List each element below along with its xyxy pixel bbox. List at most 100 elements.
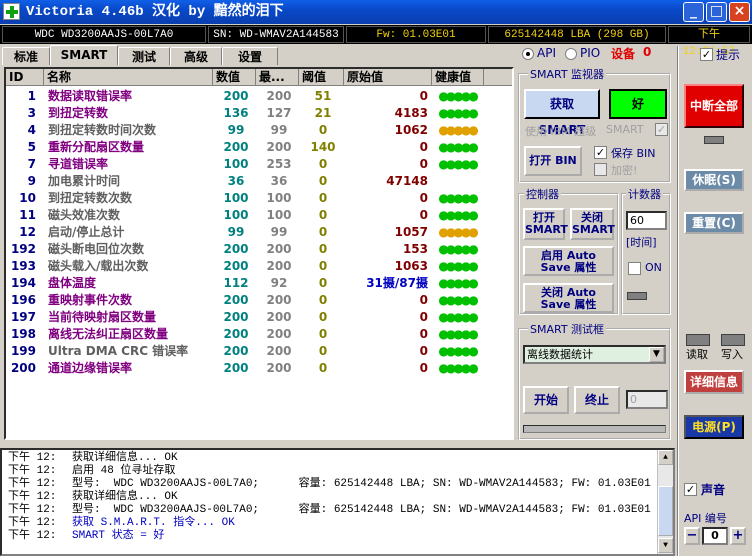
pio-radio[interactable] bbox=[565, 48, 577, 60]
attr-threshold: 0 bbox=[318, 361, 328, 375]
tab-advanced[interactable]: 高级 bbox=[170, 47, 222, 65]
table-row[interactable]: 11 磁头效准次数 100 100 0 0 ●●●●● bbox=[6, 207, 512, 224]
reset-button[interactable]: 重置(C) bbox=[684, 212, 744, 234]
col-worst[interactable]: 最... bbox=[256, 69, 299, 86]
table-row[interactable]: 4 到扭定转数时间次数 99 99 0 1062 ●●●●● bbox=[6, 122, 512, 139]
details-button[interactable]: 详细信息 bbox=[684, 370, 744, 394]
table-row[interactable]: 10 到扭定转数次数 100 100 0 0 ●●●●● bbox=[6, 190, 512, 207]
attr-health: ●●●●● bbox=[438, 361, 478, 375]
log-panel[interactable]: 下午 12: 获取详细信息... OK 下午 12: 启用 48 位寻址存取 下午 12… bbox=[0, 448, 675, 556]
log-message: 获取详细信息... OK bbox=[72, 491, 178, 503]
maximize-button[interactable]: □ bbox=[706, 2, 727, 22]
tab-settings[interactable]: 设置 bbox=[222, 47, 278, 65]
table-row[interactable]: 200 通道边缘错误率 200 200 0 0 ●●●●● bbox=[6, 360, 512, 377]
sound-checkbox[interactable]: ✓ bbox=[684, 483, 697, 496]
minimize-button[interactable]: _ bbox=[683, 2, 704, 22]
scroll-down-icon[interactable]: ▼ bbox=[658, 538, 673, 553]
write-indicator bbox=[721, 334, 745, 346]
encrypt-checkbox[interactable] bbox=[594, 163, 607, 176]
enable-autosave-button[interactable]: 启用 Auto Save 属性 bbox=[523, 246, 614, 276]
attr-name: 启动/停止总计 bbox=[48, 225, 125, 239]
attr-health: ●●●●● bbox=[438, 293, 478, 307]
table-row[interactable]: 197 当前待映射扇区数量 200 200 0 0 ●●●●● bbox=[6, 309, 512, 326]
chevron-down-icon[interactable]: ▼ bbox=[649, 347, 664, 362]
sleep-button[interactable]: 休眠(S) bbox=[684, 169, 744, 191]
attr-health bbox=[434, 173, 480, 190]
table-row[interactable]: 3 到扭定转数 136 127 21 4183 ●●●●● bbox=[6, 105, 512, 122]
api-number-label: API 编号 bbox=[684, 512, 727, 525]
save-bin-checkbox[interactable]: ✓ bbox=[594, 146, 607, 159]
tab-test[interactable]: 测试 bbox=[118, 47, 170, 65]
attr-id: 1 bbox=[27, 89, 36, 103]
table-row[interactable]: 192 磁头断电回位次数 200 200 0 153 ●●●●● bbox=[6, 241, 512, 258]
col-name[interactable]: 名称 bbox=[44, 69, 213, 86]
serial-label: SN: WD-WMAV2A144583 bbox=[208, 26, 344, 43]
attr-raw: 4183 bbox=[394, 106, 428, 120]
api-plus-button[interactable]: + bbox=[730, 527, 746, 545]
tab-smart[interactable]: SMART bbox=[50, 45, 118, 65]
log-time: 下午 12: bbox=[8, 530, 57, 542]
counter-input[interactable]: 60 bbox=[626, 211, 667, 230]
attr-value: 200 bbox=[223, 327, 249, 341]
tab-standard[interactable]: 标准 bbox=[2, 47, 50, 65]
table-row[interactable]: 196 重映射事件次数 200 200 0 0 ●●●●● bbox=[6, 292, 512, 309]
hint-checkbox[interactable]: ✓ bbox=[700, 48, 713, 61]
col-threshold[interactable]: 阈值 bbox=[299, 69, 344, 86]
col-id[interactable]: ID bbox=[6, 69, 44, 86]
attr-threshold: 0 bbox=[318, 327, 328, 341]
stop-all-button[interactable]: 中断全部 bbox=[684, 84, 744, 128]
log-message: 型号: WDC WD3200AAJS-00L7A0; 容量: 625142448… bbox=[72, 504, 651, 516]
table-row[interactable]: 199 Ultra DMA CRC 错误率 200 200 0 0 ●●●●● bbox=[6, 343, 512, 360]
table-row[interactable]: 5 重新分配扇区数量 200 200 140 0 ●●●●● bbox=[6, 139, 512, 156]
col-value[interactable]: 数值 bbox=[213, 69, 256, 86]
ibm-checkbox[interactable]: ✓ bbox=[655, 123, 668, 136]
firmware-label: Fw: 01.03E01 bbox=[346, 26, 486, 43]
stop-test-button[interactable]: 终止 bbox=[574, 386, 620, 414]
api-number-field[interactable]: 0 bbox=[702, 527, 728, 545]
attr-raw: 0 bbox=[419, 310, 428, 324]
attr-health: ●●●●● bbox=[438, 310, 478, 324]
api-minus-button[interactable]: − bbox=[684, 527, 700, 545]
save-bin-label: 保存 BIN bbox=[611, 147, 656, 160]
power-button[interactable]: 电源(P) bbox=[684, 415, 744, 439]
table-row[interactable]: 9 加电累计时间 36 36 0 47148 bbox=[6, 173, 512, 190]
log-scrollbar[interactable]: ▲ ▼ bbox=[657, 450, 673, 554]
attr-worst: 92 bbox=[270, 276, 288, 290]
attr-worst: 200 bbox=[266, 361, 292, 375]
attr-worst: 253 bbox=[266, 157, 292, 171]
smart-status-indicator: 好 bbox=[609, 89, 667, 119]
attr-threshold: 0 bbox=[318, 310, 328, 324]
table-row[interactable]: 1 数据读取错误率 200 200 51 0 ●●●●● bbox=[6, 88, 512, 105]
disable-autosave-button[interactable]: 关闭 Auto Save 属性 bbox=[523, 283, 614, 313]
close-smart-button[interactable]: 关闭 SMART bbox=[570, 208, 615, 240]
attr-worst: 200 bbox=[266, 140, 292, 154]
counter-on-checkbox[interactable] bbox=[628, 262, 641, 275]
close-button[interactable]: × bbox=[729, 2, 750, 22]
scroll-thumb[interactable] bbox=[658, 486, 673, 536]
table-row[interactable]: 12 启动/停止总计 99 99 0 1057 ●●●●● bbox=[6, 224, 512, 241]
test-type-select[interactable]: 离线数据统计 ▼ bbox=[523, 345, 666, 364]
table-row[interactable]: 7 寻道错误率 100 253 0 0 ●●●●● bbox=[6, 156, 512, 173]
table-row[interactable]: 193 磁头载入/载出次数 200 200 0 1063 ●●●●● bbox=[6, 258, 512, 275]
col-raw[interactable]: 原始值 bbox=[344, 69, 432, 86]
control-label: 控制器 bbox=[524, 186, 561, 202]
col-health[interactable]: 健康值 bbox=[432, 69, 484, 86]
attr-name: 重映射事件次数 bbox=[48, 293, 133, 307]
test-progress-input[interactable]: 0 bbox=[626, 390, 668, 409]
start-test-button[interactable]: 开始 bbox=[523, 386, 569, 414]
open-smart-button[interactable]: 打开 SMART bbox=[523, 208, 568, 240]
table-row[interactable]: 198 离线无法纠正扇区数量 200 200 0 0 ●●●●● bbox=[6, 326, 512, 343]
pio-label: PIO bbox=[580, 46, 601, 60]
attr-name: 数据读取错误率 bbox=[48, 89, 133, 103]
attr-raw: 1062 bbox=[394, 123, 428, 137]
scroll-up-icon[interactable]: ▲ bbox=[658, 450, 673, 465]
smart-attributes-table[interactable]: ID 名称 数值 最... 阈值 原始值 健康值 1 数据读取错误率 200 200 5… bbox=[4, 67, 514, 440]
open-bin-button[interactable]: 打开 BIN bbox=[524, 146, 582, 176]
test-type-value: 离线数据统计 bbox=[527, 348, 593, 361]
get-smart-button[interactable]: 获取 SMART bbox=[524, 89, 600, 137]
table-row[interactable]: 194 盘体温度 112 92 0 31摄/87摄 ●●●●● bbox=[6, 275, 512, 292]
attr-threshold: 0 bbox=[318, 293, 328, 307]
attr-id: 194 bbox=[10, 276, 36, 290]
attr-id: 9 bbox=[27, 174, 36, 188]
api-radio[interactable] bbox=[522, 48, 534, 60]
